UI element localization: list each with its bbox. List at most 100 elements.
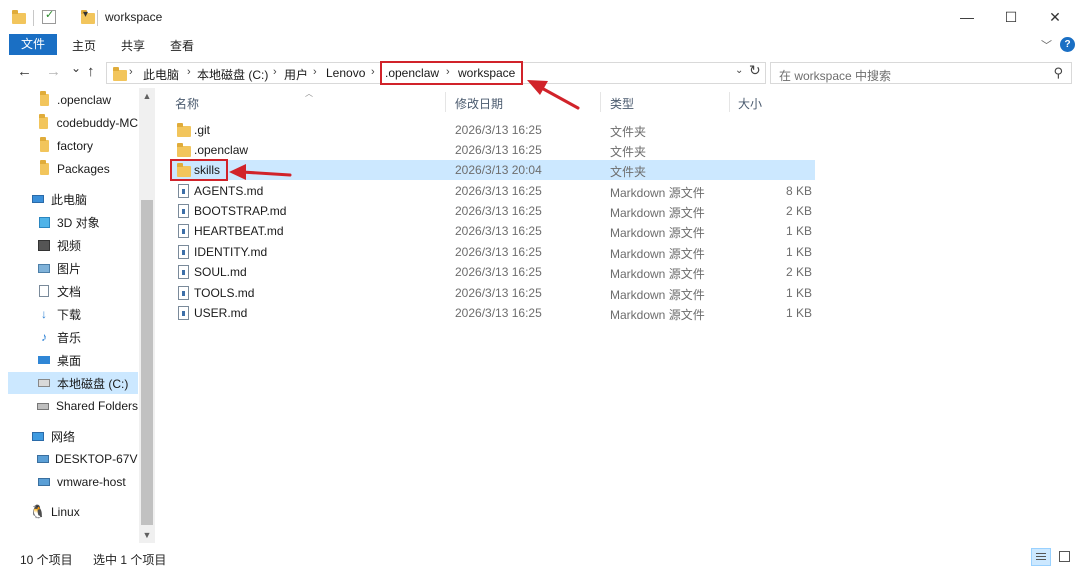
help-icon[interactable]: ? [1060, 37, 1075, 52]
large-icons-view-icon[interactable] [1055, 548, 1075, 566]
file-type: 文件夹 [610, 145, 647, 159]
tab-view[interactable]: 查看 [170, 37, 194, 54]
breadcrumb-openclaw[interactable]: .openclaw [385, 66, 439, 80]
column-divider[interactable] [729, 92, 730, 112]
column-header-date[interactable]: 修改日期 [455, 95, 503, 112]
file-date: 2026/3/13 16:25 [455, 265, 542, 279]
sidebar-item-codebuddy[interactable]: codebuddy-MC [0, 112, 138, 134]
customize-toolbar-icon[interactable]: ▾ [83, 9, 88, 25]
breadcrumb-separator: › [129, 66, 133, 78]
sidebar-item-vmware-host[interactable]: vmware-host [0, 471, 138, 493]
window-title: workspace [105, 10, 163, 24]
column-divider[interactable] [445, 92, 446, 112]
scroll-up-icon[interactable]: ▲ [139, 88, 155, 104]
breadcrumb-users[interactable]: 用户 [284, 66, 308, 83]
ribbon-tabs: 文件 主页 共享 查看 ﹀ ? [0, 34, 1080, 56]
sidebar-item-videos[interactable]: 视频 [0, 234, 138, 256]
sidebar-item-documents[interactable]: 文档 [0, 280, 138, 302]
file-row[interactable]: HEARTBEAT.md 2026/3/13 16:25 Markdown 源文… [170, 221, 815, 241]
address-dropdown-icon[interactable]: ⌄ [735, 65, 743, 76]
file-row[interactable]: SOUL.md 2026/3/13 16:25 Markdown 源文件 2 K… [170, 262, 815, 282]
sidebar-item-linux[interactable]: 🐧 Linux [0, 501, 138, 523]
breadcrumb-local-disk[interactable]: 本地磁盘 (C:) [197, 66, 268, 83]
tab-share[interactable]: 共享 [121, 37, 145, 54]
properties-icon[interactable]: ✓ [42, 9, 56, 24]
file-type: Markdown 源文件 [610, 308, 705, 322]
sidebar-item-label: codebuddy-MC [56, 116, 138, 130]
markdown-file-icon [178, 265, 189, 279]
search-box[interactable]: 在 workspace 中搜索 ⚲ [770, 62, 1072, 84]
folder-icon [113, 67, 127, 81]
file-name: TOOLS.md [194, 286, 255, 300]
breadcrumb-this-pc[interactable]: 此电脑 [143, 66, 179, 83]
breadcrumb-lenovo[interactable]: Lenovo [326, 66, 365, 80]
minimize-button[interactable]: — [952, 6, 982, 28]
file-size: 1 KB [785, 286, 812, 300]
file-size: 2 KB [785, 204, 812, 218]
search-icon[interactable]: ⚲ [1053, 65, 1063, 81]
column-header-type[interactable]: 类型 [610, 95, 634, 112]
sidebar-item-factory[interactable]: factory [0, 135, 138, 157]
search-placeholder: 在 workspace 中搜索 [779, 69, 892, 83]
close-button[interactable]: ✕ [1040, 6, 1070, 28]
file-row-selected[interactable]: skills 2026/3/13 20:04 文件夹 [170, 159, 815, 181]
sidebar-item-desktop[interactable]: 桌面 [0, 349, 138, 371]
sidebar-item-label: 桌面 [57, 353, 82, 368]
file-row[interactable]: USER.md 2026/3/13 16:25 Markdown 源文件 1 K… [170, 303, 815, 323]
file-row[interactable]: AGENTS.md 2026/3/13 16:25 Markdown 源文件 8… [170, 181, 815, 201]
navigation-bar: ← → ⌄ ↑ › 此电脑 › 本地磁盘 (C:) › 用户 › Lenovo … [0, 58, 1080, 88]
videos-icon [37, 238, 51, 252]
sidebar-item-label: factory [57, 139, 94, 153]
folder-icon [37, 114, 51, 130]
file-row[interactable]: BOOTSTRAP.md 2026/3/13 16:25 Markdown 源文… [170, 201, 815, 221]
breadcrumb-separator: › [313, 66, 317, 78]
sidebar-item-music[interactable]: ♪ 音乐 [0, 326, 138, 348]
sidebar-item-this-pc[interactable]: 此电脑 [0, 188, 138, 210]
sidebar-item-desktop-67v3[interactable]: DESKTOP-67V3 [0, 448, 138, 470]
file-name: AGENTS.md [194, 184, 264, 198]
markdown-file-icon [178, 286, 189, 300]
file-row[interactable]: TOOLS.md 2026/3/13 16:25 Markdown 源文件 1 … [170, 283, 815, 303]
tab-file[interactable]: 文件 [9, 34, 57, 55]
sidebar-item-packages[interactable]: Packages [0, 158, 138, 180]
sidebar-item-3d-objects[interactable]: 3D 对象 [0, 211, 138, 233]
markdown-file-icon [178, 224, 189, 238]
file-type: Markdown 源文件 [610, 186, 705, 200]
markdown-file-icon [178, 306, 189, 320]
sidebar-item-label: DESKTOP-67V3 [55, 452, 138, 466]
desktop-icon [37, 353, 51, 367]
column-divider[interactable] [600, 92, 601, 112]
file-type: Markdown 源文件 [610, 206, 705, 220]
scroll-thumb[interactable] [141, 200, 153, 525]
breadcrumb-separator: › [187, 66, 191, 78]
file-row[interactable]: .openclaw 2026/3/13 16:25 文件夹 [170, 140, 815, 160]
file-date: 2026/3/13 16:25 [455, 286, 542, 300]
sidebar-item-downloads[interactable]: ↓ 下载 [0, 303, 138, 325]
divider [97, 10, 98, 26]
tab-home[interactable]: 主页 [72, 37, 96, 54]
breadcrumb-workspace[interactable]: workspace [458, 66, 515, 80]
file-size: 8 KB [785, 184, 812, 198]
details-view-icon[interactable] [1031, 548, 1051, 566]
up-button[interactable]: ↑ [87, 63, 95, 80]
file-type: 文件夹 [610, 125, 647, 139]
maximize-button[interactable]: ☐ [996, 6, 1026, 28]
sidebar-item-local-disk[interactable]: 本地磁盘 (C:) [8, 372, 138, 394]
sidebar-item-network[interactable]: 网络 [0, 425, 138, 447]
refresh-icon[interactable]: ↻ [749, 62, 761, 79]
chevron-down-icon[interactable]: ﹀ [1041, 37, 1052, 53]
file-date: 2026/3/13 20:04 [455, 163, 542, 177]
forward-button[interactable]: → [46, 63, 61, 80]
file-row[interactable]: .git 2026/3/13 16:25 文件夹 [170, 120, 815, 140]
sidebar-item-pictures[interactable]: 图片 [0, 257, 138, 279]
recent-locations-button[interactable]: ⌄ [71, 61, 81, 75]
sidebar-scrollbar[interactable]: ▲ ▼ [139, 88, 155, 543]
sidebar-item-shared-folders[interactable]: Shared Folders [0, 395, 138, 417]
column-header-size[interactable]: 大小 [738, 95, 762, 112]
sidebar-item-openclaw[interactable]: .openclaw [0, 89, 138, 111]
scroll-down-icon[interactable]: ▼ [139, 527, 155, 543]
file-row[interactable]: IDENTITY.md 2026/3/13 16:25 Markdown 源文件… [170, 242, 815, 262]
back-button[interactable]: ← [17, 63, 32, 80]
column-header-name[interactable]: 名称 [175, 95, 199, 112]
address-bar[interactable]: › 此电脑 › 本地磁盘 (C:) › 用户 › Lenovo › .openc… [106, 61, 766, 85]
